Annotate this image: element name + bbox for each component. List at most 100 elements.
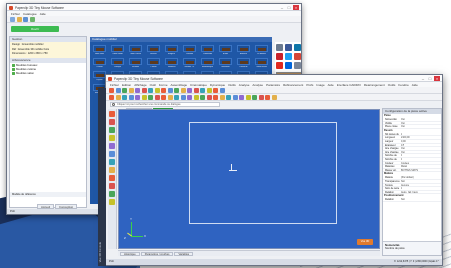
save-icon[interactable] (122, 87, 127, 93)
property-row[interactable]: Relation Non (383, 198, 441, 202)
tab-variables[interactable]: Variables (174, 251, 194, 256)
catalog-item[interactable]: Étagère (163, 45, 180, 56)
undo-icon[interactable] (135, 87, 140, 93)
cut-icon[interactable] (148, 87, 153, 93)
tool-icon[interactable] (239, 94, 244, 100)
tool-icon[interactable] (232, 94, 238, 100)
view-label-badge[interactable]: Vue 3D (357, 239, 373, 245)
catalog-item[interactable]: Canapé (109, 58, 126, 69)
menu-item[interactable]: Edition (122, 83, 131, 87)
copy-icon[interactable] (154, 87, 160, 93)
catalog-item[interactable]: Tabouret (163, 58, 180, 69)
menu-item[interactable]: Affichage (134, 83, 146, 87)
tool-icon[interactable] (200, 94, 205, 100)
side-tool-icon[interactable] (109, 167, 115, 173)
facebook-icon[interactable] (285, 44, 292, 51)
layer-icon[interactable] (213, 87, 218, 93)
menu-item[interactable]: Préfs (306, 83, 313, 87)
tool-icon[interactable] (265, 94, 270, 100)
menu-item[interactable]: Outil (150, 83, 156, 87)
light-icon[interactable] (193, 87, 199, 93)
minimize-button[interactable]: – (420, 76, 426, 81)
pinterest-icon[interactable] (276, 53, 283, 60)
command-search-input[interactable]: Cliquez ici pour rechercher une commande… (110, 102, 220, 107)
menu-item[interactable]: Outils (228, 83, 236, 87)
help-icon[interactable] (219, 87, 225, 93)
tool-icon[interactable] (174, 94, 179, 100)
dailymotion-icon[interactable] (285, 62, 292, 69)
tree-item[interactable]: Meubles salon (10, 71, 86, 75)
menu-item[interactable]: Analyse (252, 83, 263, 87)
tool-icon[interactable] (128, 94, 134, 100)
menu-item[interactable]: Outils (388, 83, 396, 87)
side-tool-icon[interactable] (109, 127, 115, 133)
tool-icon[interactable] (245, 94, 251, 100)
tool-icon[interactable] (213, 94, 218, 100)
menu-item[interactable]: Assemblage (171, 83, 188, 87)
catalog-item[interactable]: Table basse (253, 58, 270, 69)
menu-item[interactable]: Image (316, 83, 324, 87)
print-icon[interactable] (128, 87, 134, 93)
minimize-button[interactable]: – (279, 5, 285, 10)
tool-icon[interactable] (141, 94, 147, 100)
youtube-icon[interactable] (276, 62, 283, 69)
side-tool-icon[interactable] (109, 191, 115, 197)
tool-icon[interactable] (109, 94, 114, 100)
catalog-item[interactable]: Table ronde (109, 45, 126, 56)
tool-icon[interactable] (115, 94, 121, 100)
wifi-icon[interactable] (294, 62, 301, 69)
catalog-item[interactable]: Banc bois (91, 45, 108, 56)
menu-item[interactable]: Interface CAIDRO (337, 83, 361, 87)
menu-item[interactable]: Réarrangement (364, 83, 385, 87)
catalog-item[interactable]: Table carrée (127, 45, 144, 56)
open-catalog-button[interactable]: Ouvrir (11, 26, 59, 32)
3d-viewport[interactable]: Y X Z Vue 3D (118, 109, 380, 249)
side-tool-icon[interactable] (109, 111, 115, 117)
tool-icon[interactable] (252, 94, 257, 100)
side-tool-icon[interactable] (109, 183, 115, 189)
close-button[interactable]: × (293, 5, 299, 10)
menu-item[interactable]: Analyse (239, 83, 250, 87)
measure-icon[interactable] (206, 87, 212, 93)
catalog-item[interactable]: Fauteuil (127, 58, 144, 69)
home-icon[interactable] (276, 44, 283, 51)
menu-item[interactable]: Aide (412, 83, 418, 87)
menu-item[interactable]: Réfinancement (283, 83, 303, 87)
menu-help[interactable]: Aide (40, 12, 46, 16)
side-tool-icon[interactable] (109, 135, 115, 141)
catalog-item[interactable]: Desserte (235, 58, 252, 69)
tool-icon[interactable] (122, 94, 127, 100)
zoom-icon[interactable] (167, 87, 173, 93)
side-tool-icon[interactable] (109, 151, 115, 157)
maximize-button[interactable]: □ (286, 5, 292, 10)
grid-icon[interactable] (187, 87, 192, 93)
catalog-item[interactable]: Bibliothèque (199, 58, 216, 69)
pan-icon[interactable] (180, 87, 186, 93)
catalog-item[interactable]: Console (181, 45, 198, 56)
tool-icon[interactable] (148, 94, 153, 100)
tool-icon[interactable] (219, 94, 225, 100)
tool-icon[interactable] (206, 94, 212, 100)
linkedin-icon[interactable] (294, 44, 301, 51)
rotate-icon[interactable] (174, 87, 179, 93)
tool-icon[interactable] (187, 94, 192, 100)
tool-icon[interactable] (154, 94, 160, 100)
close-button[interactable]: × (434, 76, 440, 81)
menu-catalog[interactable]: Catalogue (23, 12, 37, 16)
catalog-item[interactable]: Lit double (253, 45, 270, 56)
catalog-item[interactable]: Bureau (145, 45, 162, 56)
menu-item[interactable]: Paramètre (266, 83, 280, 87)
new-icon[interactable] (109, 87, 114, 93)
save-icon[interactable] (23, 16, 28, 22)
new-icon[interactable] (10, 16, 15, 22)
menu-item[interactable]: Fichier (110, 83, 119, 87)
catalog-item[interactable]: Vaisselier (217, 58, 234, 69)
redo-icon[interactable] (141, 87, 147, 93)
tool-icon[interactable] (161, 94, 166, 100)
open-icon[interactable] (115, 87, 121, 93)
tool-icon[interactable] (226, 94, 231, 100)
menu-item[interactable]: Forme (159, 83, 168, 87)
mail-icon[interactable] (294, 53, 301, 60)
catalog-item[interactable]: Chaise (145, 58, 162, 69)
twitter-icon[interactable] (285, 53, 292, 60)
